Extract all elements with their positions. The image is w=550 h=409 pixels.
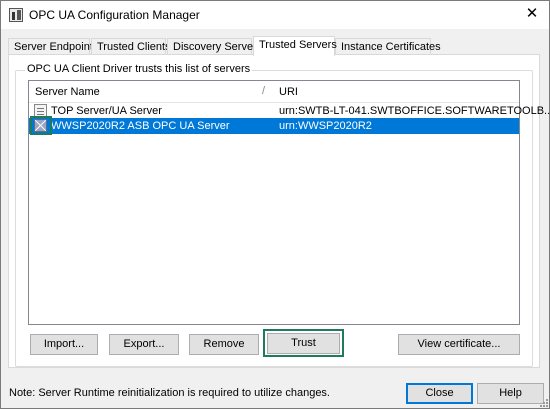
view-certificate-button[interactable]: View certificate... [398, 334, 520, 355]
group-caption: OPC UA Client Driver trusts this list of… [25, 63, 253, 75]
column-divider[interactable]: / [262, 85, 265, 97]
close-button-label: Close [425, 387, 454, 399]
reinitialization-note: Note: Server Runtime reinitialization is… [9, 387, 330, 399]
list-header: Server Name / URI [29, 81, 519, 103]
table-row-selected[interactable]: WWSP2020R2 ASB OPC UA Server urn:WWSP202… [29, 118, 519, 134]
tab-trusted-servers[interactable]: Trusted Servers [253, 36, 337, 56]
view-certificate-button-label: View certificate... [417, 338, 501, 350]
table-row[interactable]: TOP Server/UA Server urn:SWTB-LT-041.SWT… [29, 103, 550, 119]
import-button[interactable]: Import... [30, 334, 98, 355]
tab-server-endpoints[interactable]: Server Endpoints [8, 38, 98, 55]
tab-discovery-servers[interactable]: Discovery Servers [167, 38, 262, 55]
close-window-icon[interactable]: ✕ [521, 4, 543, 24]
column-header-uri[interactable]: URI [279, 86, 298, 98]
config-manager-window: OPC UA Configuration Manager ✕ Server En… [0, 0, 550, 409]
import-button-label: Import... [43, 338, 85, 350]
close-button[interactable]: Close [406, 383, 473, 404]
app-icon [9, 8, 23, 22]
title-bar: OPC UA Configuration Manager ✕ [1, 1, 549, 29]
export-button[interactable]: Export... [109, 334, 179, 355]
icon-highlight-frame [30, 116, 52, 135]
help-button[interactable]: Help [477, 383, 544, 404]
tab-trusted-clients[interactable]: Trusted Clients [91, 38, 171, 55]
window-title: OPC UA Configuration Manager [29, 8, 200, 22]
trusted-servers-list[interactable]: Server Name / URI TOP Server/UA Server u… [28, 80, 550, 325]
resize-grip-icon[interactable] [539, 398, 549, 408]
column-header-server-name[interactable]: Server Name [35, 86, 100, 98]
export-button-label: Export... [123, 338, 165, 350]
server-uri-cell: urn:WWSP2020R2 [279, 120, 372, 132]
server-name-cell: TOP Server/UA Server [51, 105, 162, 117]
server-name-cell: WWSP2020R2 ASB OPC UA Server [51, 120, 230, 132]
tab-instance-certificates[interactable]: Instance Certificates [335, 38, 441, 55]
remove-button[interactable]: Remove [189, 334, 259, 355]
help-button-label: Help [499, 387, 522, 399]
server-uri-cell: urn:SWTB-LT-041.SWTBOFFICE.SOFTWARETOOLB… [279, 105, 550, 117]
remove-button-label: Remove [203, 338, 245, 350]
trust-highlight-frame [263, 329, 344, 357]
